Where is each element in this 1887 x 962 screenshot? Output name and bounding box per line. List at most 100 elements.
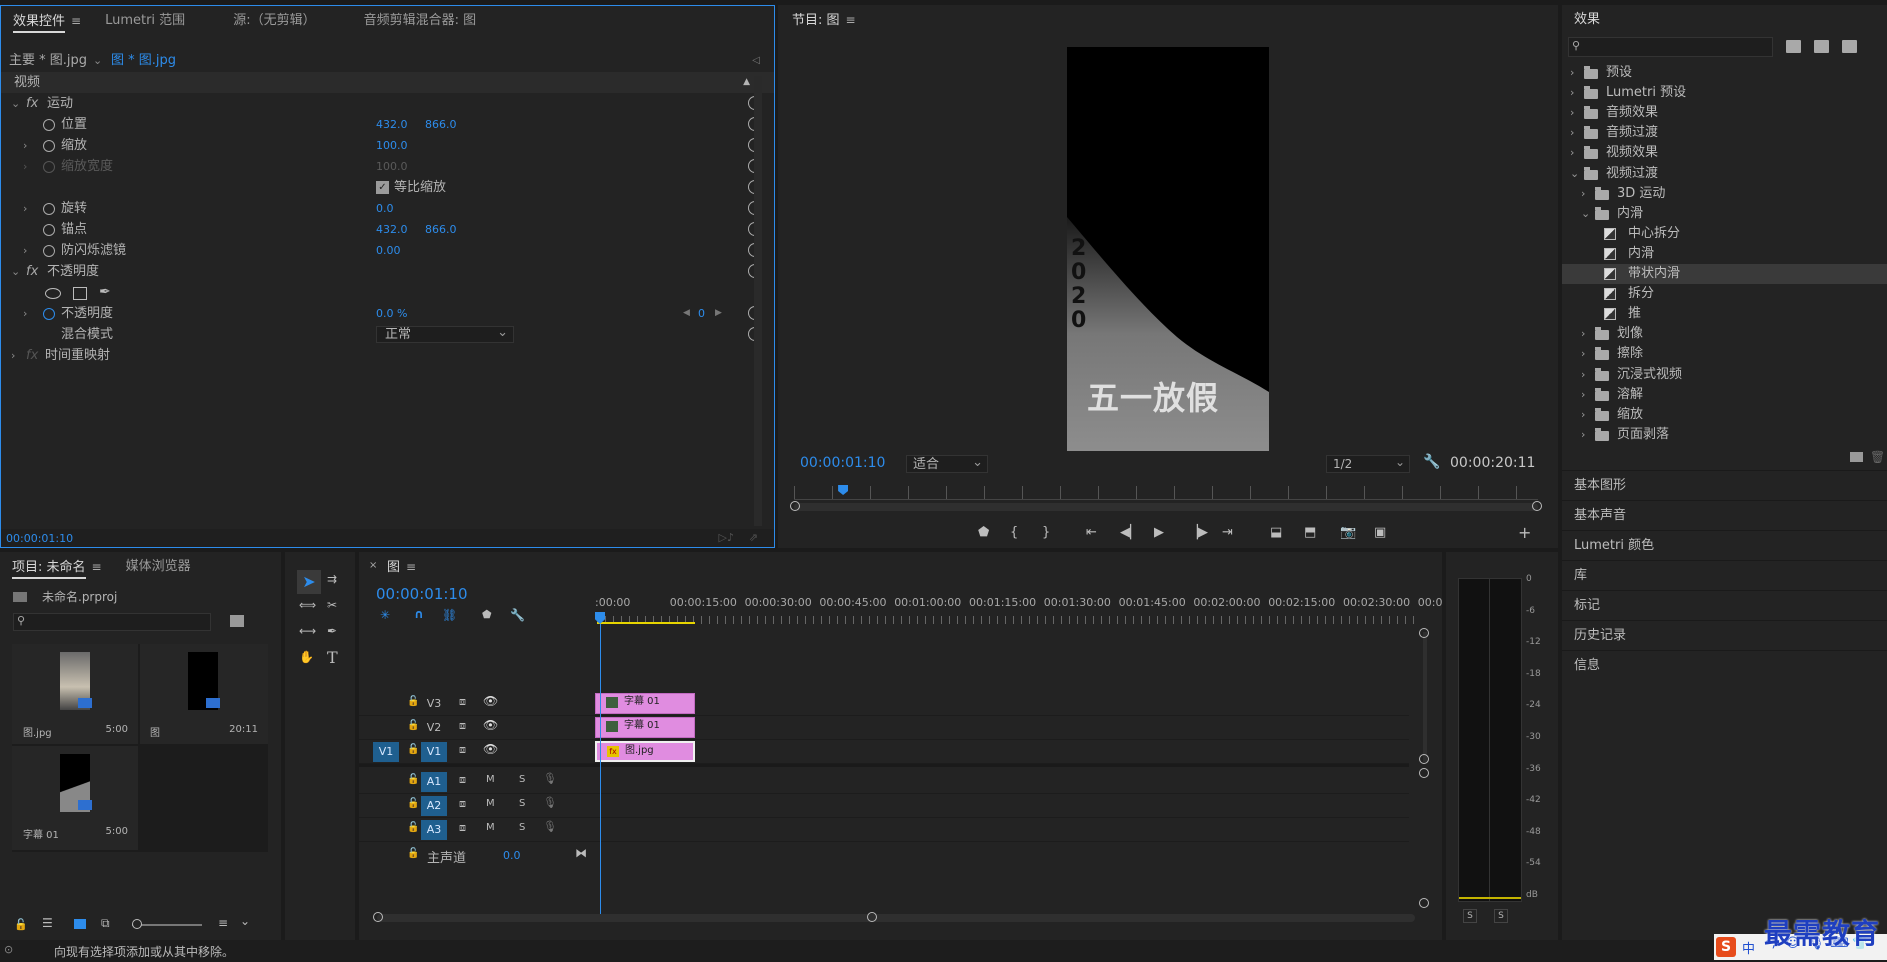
tab-project[interactable]: 项目: 未命名 ≡: [0, 552, 114, 583]
freeform-view-icon[interactable]: ⧉: [101, 916, 110, 931]
meter-solo-right-button[interactable]: S: [1494, 909, 1508, 923]
work-area-bar[interactable]: [597, 622, 695, 624]
lock-icon[interactable]: 🔓: [407, 822, 419, 833]
vscroll-handle[interactable]: [1419, 898, 1429, 908]
effects-tree-item[interactable]: ⌄ 视频过渡: [1562, 164, 1887, 184]
hand-tool-icon[interactable]: ✋: [299, 650, 314, 664]
eye-icon[interactable]: 👁: [483, 694, 498, 708]
mute-button[interactable]: M: [486, 798, 495, 809]
chevron-right-icon[interactable]: ›: [1581, 365, 1585, 385]
side-panel-tab[interactable]: 基本声音: [1562, 500, 1887, 530]
ime-mode-label[interactable]: 中: [1742, 938, 1755, 957]
rotation-value[interactable]: 0.0: [376, 198, 394, 219]
lock-icon[interactable]: 🔓: [407, 696, 419, 707]
tab-effect-controls[interactable]: 效果控件 ≡: [1, 6, 93, 37]
source-patch-button[interactable]: V1: [373, 742, 399, 762]
effects-tree-item[interactable]: › 音频过渡: [1562, 123, 1887, 143]
tab-effects[interactable]: 效果: [1562, 5, 1612, 35]
vscroll-handle[interactable]: [1419, 768, 1429, 778]
list-view-icon[interactable]: ☰: [42, 916, 53, 930]
side-panel-tab[interactable]: 库: [1562, 560, 1887, 590]
add-keyframe-button[interactable]: 0: [698, 303, 705, 324]
go-to-in-icon[interactable]: ⇤: [1086, 525, 1097, 540]
chevron-right-icon[interactable]: ›: [1570, 143, 1574, 163]
uniform-scale-checkbox[interactable]: ✓: [376, 181, 389, 194]
motion-effect-row[interactable]: ⌄ fx 运动: [1, 93, 774, 114]
timeline-clip[interactable]: 字幕 01: [595, 717, 695, 738]
chevron-right-icon[interactable]: ›: [23, 198, 27, 219]
sort-icon[interactable]: ≡: [218, 916, 228, 930]
go-to-end-icon[interactable]: ⧓: [575, 846, 587, 860]
zoom-handle-right[interactable]: [1532, 501, 1542, 511]
sequence-clip-label[interactable]: 图 * 图.jpg: [111, 50, 176, 72]
sync-lock-icon[interactable]: ⧈: [459, 695, 466, 709]
effects-tree-item[interactable]: 带状内滑: [1562, 264, 1887, 284]
position-y-value[interactable]: 866.0: [425, 114, 457, 135]
icon-view-icon[interactable]: [74, 919, 86, 929]
effects-tree-item[interactable]: › 页面剥落: [1562, 425, 1887, 445]
effects-tree-item[interactable]: › 预设: [1562, 63, 1887, 83]
chevron-down-icon[interactable]: ⌄: [93, 50, 102, 72]
new-bin-from-search-icon[interactable]: [230, 615, 244, 627]
timeline-settings-icon[interactable]: 🔧: [510, 608, 525, 622]
ripple-edit-tool-icon[interactable]: ⟺: [299, 598, 316, 612]
lock-icon[interactable]: 🔓: [14, 918, 28, 931]
add-marker-icon[interactable]: ⬟: [978, 525, 989, 540]
effects-tree-item[interactable]: 推: [1562, 304, 1887, 324]
scale-value[interactable]: 100.0: [376, 135, 408, 156]
anchor-x-value[interactable]: 432.0: [376, 219, 408, 240]
time-remap-row[interactable]: › fx 时间重映射: [1, 345, 774, 366]
sync-lock-icon[interactable]: ⧈: [459, 773, 466, 787]
prev-keyframe-icon[interactable]: ◀: [683, 303, 690, 324]
effects-tree-item[interactable]: › 沉浸式视频: [1562, 365, 1887, 385]
export-icon[interactable]: ⇗: [749, 531, 758, 544]
anchor-y-value[interactable]: 866.0: [425, 219, 457, 240]
zoom-slider-handle[interactable]: [132, 919, 142, 929]
stopwatch-icon[interactable]: [43, 224, 55, 236]
resolution-dropdown[interactable]: 1/2 ⌄: [1326, 455, 1410, 473]
effects-tree-item[interactable]: › Lumetri 预设: [1562, 83, 1887, 103]
stopwatch-icon[interactable]: [43, 308, 55, 320]
meter-solo-left-button[interactable]: S: [1463, 909, 1477, 923]
chevron-right-icon[interactable]: ›: [1581, 324, 1585, 344]
mic-icon[interactable]: 🎙: [543, 796, 557, 809]
eye-icon[interactable]: 👁: [483, 742, 498, 756]
mic-icon[interactable]: 🎙: [543, 820, 557, 833]
effects-tree-item[interactable]: › 溶解: [1562, 385, 1887, 405]
sync-lock-icon[interactable]: ⧈: [459, 719, 466, 733]
effects-tree-item[interactable]: › 3D 运动: [1562, 184, 1887, 204]
chevron-down-icon[interactable]: ⌄: [11, 93, 20, 114]
track-target-button[interactable]: A2: [421, 796, 447, 816]
yuv-effects-icon[interactable]: [1842, 40, 1857, 53]
extract-icon[interactable]: ⬒: [1304, 525, 1316, 540]
chevron-down-icon[interactable]: ⌄: [240, 914, 250, 928]
selection-tool-icon[interactable]: ➤: [297, 570, 321, 594]
program-time-ruler[interactable]: [794, 486, 1538, 500]
zoom-slider[interactable]: [132, 924, 202, 926]
opacity-effect-row[interactable]: ⌄ fx 不透明度: [1, 261, 774, 282]
side-panel-tab[interactable]: Lumetri 颜色: [1562, 530, 1887, 560]
step-forward-icon[interactable]: ▕▶: [1188, 525, 1208, 540]
razor-tool-icon[interactable]: ✂: [327, 598, 337, 612]
track-target-button[interactable]: A3: [421, 820, 447, 840]
mic-icon[interactable]: 🎙: [543, 772, 557, 785]
bin-item-image[interactable]: 图.jpg 5:00: [12, 644, 138, 744]
new-bin-icon[interactable]: [1850, 452, 1863, 462]
mute-button[interactable]: M: [486, 774, 495, 785]
chevron-right-icon[interactable]: ›: [1581, 184, 1585, 204]
bin-item-sequence[interactable]: 图 20:11: [140, 644, 268, 744]
program-timecode[interactable]: 00:00:01:10: [800, 455, 885, 471]
zoom-handle-left[interactable]: [790, 501, 800, 511]
lock-icon[interactable]: 🔓: [407, 720, 419, 731]
collapse-icon[interactable]: ◁: [752, 50, 760, 72]
timeline-vscroll-video[interactable]: [1423, 632, 1427, 762]
tab-media-browser[interactable]: 媒体浏览器: [114, 552, 203, 582]
delete-icon[interactable]: 🗑: [1870, 450, 1885, 464]
flicker-value[interactable]: 0.00: [376, 240, 401, 261]
master-track-value[interactable]: 0.0: [503, 849, 521, 862]
play-icon[interactable]: ▶: [1154, 525, 1164, 540]
solo-button[interactable]: S: [519, 798, 525, 809]
add-marker-icon[interactable]: ⬟: [482, 608, 492, 621]
vscroll-handle[interactable]: [1419, 628, 1429, 638]
sync-lock-icon[interactable]: ⧈: [459, 821, 466, 835]
